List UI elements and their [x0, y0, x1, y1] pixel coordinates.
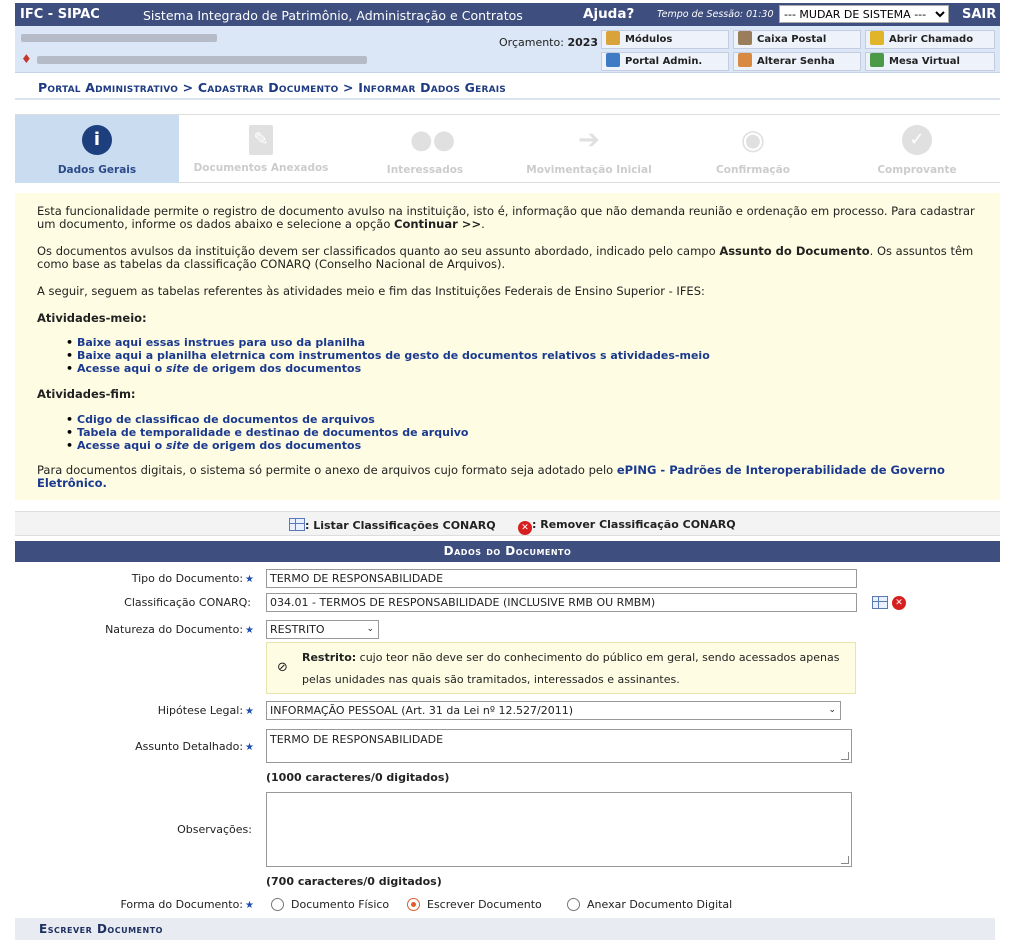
write-document-section: Escrever Documento	[15, 918, 995, 940]
desk-icon	[870, 53, 884, 67]
natureza-select[interactable]: RESTRITO ⌄	[266, 620, 379, 639]
required-icon: ★	[245, 574, 254, 585]
classificacao-input[interactable]: 034.01 - TERMOS DE RESPONSABILIDADE (INC…	[266, 593, 857, 612]
chevron-down-icon: ⌄	[828, 705, 836, 715]
atividades-fim-list: Cdigo de classificao de documentos de ar…	[66, 413, 468, 452]
link-site-origem-fim[interactable]: Acesse aqui o site de origem dos documen…	[66, 439, 468, 452]
atividades-meio-list: Baixe aqui essas instrues para uso da pl…	[66, 336, 710, 375]
resize-handle-icon[interactable]	[841, 856, 849, 864]
mailbox-icon	[738, 31, 752, 45]
step-movimentacao-inicial: ➔ Movimentação Inicial	[526, 125, 652, 176]
restrito-note: ⊘ Restrito: cujo teor não deve ser do co…	[266, 642, 856, 694]
change-password-button[interactable]: Alterar Senha	[733, 52, 861, 71]
help-link[interactable]: Ajuda?	[583, 6, 634, 22]
assunto-counter: (1000 caracteres/0 digitados)	[266, 771, 450, 784]
portal-icon	[606, 53, 620, 67]
unit-icon: ♦	[21, 52, 32, 66]
top-bar: IFC - SIPAC Sistema Integrado de Patrimô…	[15, 3, 1000, 26]
required-icon: ★	[245, 706, 254, 717]
atividades-meio-title: Atividades-meio:	[37, 311, 147, 325]
step-comprovante: ✓ Comprovante	[835, 115, 999, 183]
document-form: Tipo do Documento: ★ TERMO DE RESPONSABIL…	[15, 562, 1000, 950]
exit-button[interactable]: SAIR	[962, 7, 996, 22]
atividades-fim-title: Atividades-fim:	[37, 387, 136, 401]
assunto-label: Assunto Detalhado: ★	[135, 740, 254, 753]
open-ticket-button[interactable]: Abrir Chamado	[865, 30, 995, 49]
list-conarq-icon[interactable]	[872, 596, 888, 609]
info-paragraph-2: Os documentos avulsos da instituição dev…	[37, 244, 974, 271]
natureza-label: Natureza do Documento: ★	[105, 623, 254, 636]
blurred-user-unit	[37, 56, 367, 64]
chevron-down-icon: ⌄	[366, 624, 374, 634]
info-paragraph-3: A seguir, seguem as tabelas referentes à…	[37, 284, 705, 298]
user-header: ♦ Orçamento: 2023 Módulos Caixa Postal A…	[15, 26, 1000, 73]
check-icon: ✓	[902, 125, 932, 155]
link-planilha-meio[interactable]: Baixe aqui a planilha eletrnica com inst…	[66, 349, 710, 362]
breadcrumb: Portal Administrativo > Cadastrar Docume…	[15, 74, 1000, 100]
assunto-textarea[interactable]: TERMO DE RESPONSABILIDADE	[266, 729, 852, 763]
ticket-icon	[870, 31, 884, 45]
hipotese-label: Hipótese Legal: ★	[157, 704, 254, 717]
section-title: Dados do Documento	[15, 541, 1000, 562]
radio-anexar-documento[interactable]: Anexar Documento Digital	[567, 898, 732, 911]
hipotese-select[interactable]: INFORMAÇÃO PESSOAL (Art. 31 da Lei nº 12…	[266, 701, 841, 720]
arrow-icon: ➔	[578, 125, 600, 155]
link-tabela-temporalidade[interactable]: Tabela de temporalidade e destinao de do…	[66, 426, 468, 439]
blurred-user-name	[21, 34, 217, 42]
document-clip-icon: ✎	[249, 125, 273, 155]
info-paragraph-1: Esta funcionalidade permite o registro d…	[37, 204, 975, 231]
change-system-select[interactable]: --- MUDAR DE SISTEMA ---	[779, 5, 949, 23]
link-site-origem-meio[interactable]: Acesse aqui o site de origem dos documen…	[66, 362, 710, 375]
table-icon	[289, 518, 305, 531]
session-timer: Tempo de Sessão: 01:30	[657, 9, 774, 20]
step-interessados: ●● Interessados	[386, 125, 464, 176]
breadcrumb-text: Portal Administrativo > Cadastrar Docume…	[38, 80, 506, 95]
observacoes-counter: (700 caracteres/0 digitados)	[266, 875, 442, 888]
resize-handle-icon[interactable]	[841, 752, 849, 760]
forma-label: Forma do Documento: ★	[120, 898, 254, 911]
radio-escrever-documento[interactable]: Escrever Documento	[407, 898, 542, 911]
observacoes-textarea[interactable]	[266, 792, 852, 867]
observacoes-label: Observações:	[177, 823, 252, 836]
radio-documento-fisico[interactable]: Documento Físico	[271, 898, 389, 911]
step-documentos-anexados: ✎ Documentos Anexados	[179, 115, 343, 183]
tipo-label: Tipo do Documento: ★	[131, 572, 254, 585]
conarq-actions: : Listar Classificações CONARQ ✕: Remove…	[15, 511, 1000, 536]
system-code: IFC - SIPAC	[20, 7, 100, 22]
modules-button[interactable]: Módulos	[601, 30, 729, 49]
mailbox-button[interactable]: Caixa Postal	[733, 30, 861, 49]
info-icon: i	[82, 125, 112, 155]
tipo-input[interactable]: TERMO DE RESPONSABILIDADE	[266, 569, 857, 588]
wizard-steps: i Dados Gerais ✎ Documentos Anexados ●● …	[15, 114, 1000, 183]
required-icon: ★	[245, 625, 254, 636]
system-name: Sistema Integrado de Patrimônio, Adminis…	[143, 8, 523, 23]
eye-icon: ◉	[740, 123, 766, 156]
link-instrucoes-planilha[interactable]: Baixe aqui essas instrues para uso da pl…	[66, 336, 710, 349]
link-codigo-classificacao[interactable]: Cdigo de classificao de documentos de ar…	[66, 413, 468, 426]
required-icon: ★	[245, 900, 254, 911]
info-box: Esta funcionalidade permite o registro d…	[15, 193, 1000, 500]
remove-icon: ✕	[518, 521, 532, 535]
user-key-icon	[738, 53, 752, 67]
classificacao-label: Classificação CONARQ:	[124, 596, 251, 609]
required-icon: ★	[245, 742, 254, 753]
step-confirmacao: ◉ Confirmação	[716, 123, 790, 177]
people-icon: ●●	[410, 125, 456, 155]
remove-conarq-action[interactable]: ✕: Remover Classificação CONARQ	[518, 518, 736, 535]
info-paragraph-4: Para documentos digitais, o sistema só p…	[37, 463, 945, 490]
page: IFC - SIPAC Sistema Integrado de Patrimô…	[15, 3, 1000, 950]
list-conarq-action[interactable]: : Listar Classificações CONARQ	[289, 518, 496, 532]
step-dados-gerais[interactable]: i Dados Gerais	[15, 115, 179, 183]
budget-label: Orçamento: 2023	[499, 36, 599, 49]
restricted-icon: ⊘	[277, 660, 288, 675]
remove-conarq-icon[interactable]: ✕	[892, 596, 906, 610]
admin-portal-button[interactable]: Portal Admin.	[601, 52, 729, 71]
virtual-desk-button[interactable]: Mesa Virtual	[865, 52, 995, 71]
modules-icon	[606, 31, 620, 45]
